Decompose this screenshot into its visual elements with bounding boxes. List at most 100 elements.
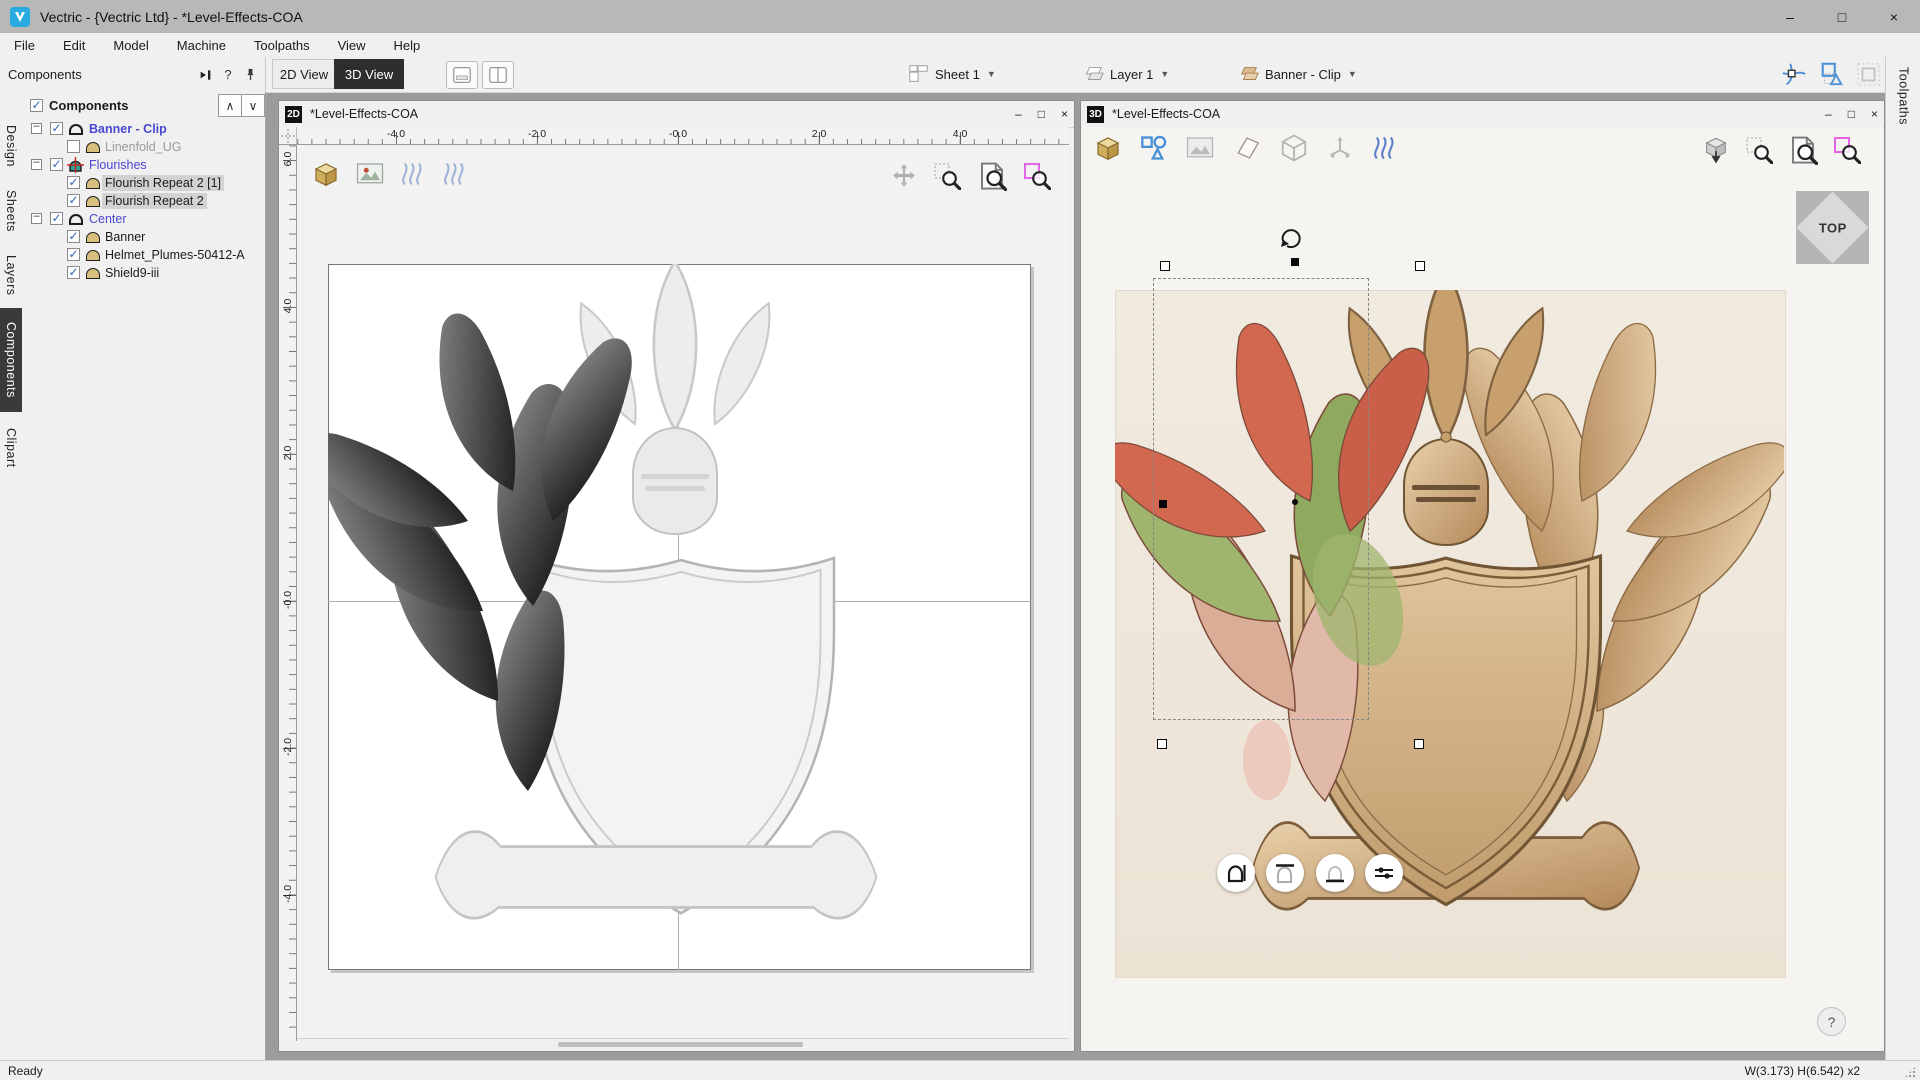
tree-item-label[interactable]: Flourish Repeat 2 [1] <box>102 175 225 191</box>
component-shape-height-button[interactable] <box>1217 854 1255 892</box>
panel-help-button[interactable]: ? <box>217 65 239 85</box>
checkbox[interactable] <box>50 157 63 171</box>
snap-shapes-icon[interactable] <box>1816 59 1848 89</box>
maximize-button[interactable]: □ <box>1816 0 1868 33</box>
checkbox[interactable] <box>67 229 80 243</box>
zoom-material-icon[interactable] <box>1833 136 1861 164</box>
tree-item[interactable]: Flourish Repeat 2 <box>22 192 265 210</box>
tree-item[interactable]: Flourishes <box>22 156 265 174</box>
bitmap-image-icon[interactable] <box>355 159 385 189</box>
menu-help[interactable]: Help <box>380 33 435 57</box>
level-dropdown-value[interactable]: Banner - Clip <box>1265 67 1341 82</box>
expander-icon[interactable] <box>31 120 42 134</box>
tree-item-label[interactable]: Linenfold_UG <box>102 139 184 155</box>
horizontal-scrollbar[interactable] <box>297 1038 1069 1050</box>
tree-item[interactable]: Banner - Clip <box>22 120 265 138</box>
checkbox[interactable] <box>67 140 80 153</box>
menu-machine[interactable]: Machine <box>163 33 240 57</box>
toolpath-preview-icon[interactable] <box>399 160 427 188</box>
zoom-material-icon[interactable] <box>1023 162 1051 190</box>
tree-item[interactable]: Shield9-iii <box>22 264 265 282</box>
minimize-button[interactable]: – <box>1825 107 1832 121</box>
auto-hide-icon[interactable] <box>195 65 217 85</box>
2d-window-titlebar[interactable]: 2D *Level-Effects-COA – □ × <box>279 101 1074 128</box>
tab-design[interactable]: Design <box>0 116 22 176</box>
menu-view[interactable]: View <box>324 33 380 57</box>
tab-3d-view[interactable]: 3D View <box>334 59 404 89</box>
2d-canvas[interactable] <box>297 145 1069 1041</box>
tree-item[interactable]: Linenfold_UG <box>22 138 265 156</box>
single-pane-layout-icon[interactable] <box>446 61 478 89</box>
toolpath-preview-icon[interactable] <box>1371 134 1399 162</box>
selection-bounds[interactable] <box>1153 278 1369 720</box>
move-down-button[interactable]: ∨ <box>241 94 265 117</box>
sheet-dropdown-value[interactable]: Sheet 1 <box>935 67 980 82</box>
selection-handle[interactable] <box>1414 739 1424 749</box>
isometric-view-icon[interactable] <box>1702 136 1730 164</box>
scrollbar-thumb[interactable] <box>558 1042 803 1047</box>
expander-icon[interactable] <box>31 210 42 224</box>
tab-toolpaths[interactable]: Toolpaths <box>1886 61 1920 131</box>
resize-grip[interactable] <box>1904 1066 1916 1078</box>
maximize-button[interactable]: □ <box>1848 107 1855 121</box>
close-button[interactable]: × <box>1868 0 1920 33</box>
origin-axes-icon[interactable] <box>1326 134 1354 162</box>
pin-icon[interactable] <box>239 65 261 85</box>
tree-item[interactable]: Helmet_Plumes-50412-A <box>22 246 265 264</box>
checkbox[interactable] <box>67 175 80 189</box>
tab-clipart[interactable]: Clipart <box>0 416 22 480</box>
help-button[interactable]: ? <box>1817 1007 1846 1036</box>
expander-icon[interactable] <box>31 156 42 170</box>
selection-handle-mid[interactable] <box>1159 500 1167 508</box>
tree-item-label[interactable]: Flourishes <box>86 157 150 173</box>
close-button[interactable]: × <box>1061 107 1068 121</box>
tab-components[interactable]: Components <box>0 308 22 412</box>
snap-geometry-icon[interactable] <box>1778 59 1810 89</box>
maximize-button[interactable]: □ <box>1038 107 1045 121</box>
material-block-icon[interactable] <box>311 159 341 189</box>
tab-2d-view[interactable]: 2D View <box>272 59 336 89</box>
checkbox[interactable] <box>50 121 63 135</box>
zoom-selection-icon[interactable] <box>933 162 961 190</box>
component-fade-button[interactable] <box>1266 854 1304 892</box>
level-dropdown[interactable]: Banner - Clip ▼ <box>1238 61 1357 87</box>
root-checkbox[interactable] <box>30 98 43 112</box>
selection-handle[interactable] <box>1160 261 1170 271</box>
minimize-button[interactable]: – <box>1015 107 1022 121</box>
move-up-button[interactable]: ∧ <box>218 94 242 117</box>
tree-item-label[interactable]: Helmet_Plumes-50412-A <box>102 247 248 263</box>
tree-item-label[interactable]: Banner <box>102 229 148 245</box>
pan-icon[interactable] <box>891 163 917 189</box>
zoom-fit-icon[interactable] <box>977 161 1007 191</box>
component-base-button[interactable] <box>1316 854 1354 892</box>
component-properties-button[interactable] <box>1365 854 1403 892</box>
checkbox[interactable] <box>67 193 80 207</box>
checkbox[interactable] <box>67 265 80 279</box>
tree-item[interactable]: Flourish Repeat 2 [1] <box>22 174 265 192</box>
layer-dropdown[interactable]: Layer 1 ▼ <box>1083 61 1169 87</box>
tree-item-label[interactable]: Shield9-iii <box>102 265 162 281</box>
tab-sheets[interactable]: Sheets <box>0 182 22 240</box>
tree-item[interactable]: Banner <box>22 228 265 246</box>
minimize-button[interactable]: – <box>1764 0 1816 33</box>
checkbox[interactable] <box>67 247 80 261</box>
wireframe-box-icon[interactable] <box>1279 133 1309 163</box>
tree-item-label[interactable]: Flourish Repeat 2 <box>102 193 207 209</box>
tree-item-label[interactable]: Center <box>86 211 130 227</box>
snap-grid-icon[interactable] <box>1852 59 1884 89</box>
selection-handle[interactable] <box>1157 739 1167 749</box>
view-cube-face[interactable]: TOP <box>1796 191 1869 264</box>
close-button[interactable]: × <box>1871 107 1878 121</box>
menu-file[interactable]: File <box>0 33 49 57</box>
bitmap-image-icon[interactable] <box>1185 133 1215 163</box>
tree-item-label[interactable]: Banner - Clip <box>86 121 170 137</box>
material-block-icon[interactable] <box>1093 133 1123 163</box>
view-orientation-cube[interactable]: TOP <box>1796 191 1869 264</box>
zoom-selection-icon[interactable] <box>1745 136 1773 164</box>
material-surface-icon[interactable] <box>1232 133 1262 163</box>
toolpath-drawbar-icon[interactable] <box>441 160 469 188</box>
vectors-visibility-icon[interactable] <box>1140 134 1168 162</box>
selection-handle-mid[interactable] <box>1291 258 1299 266</box>
split-pane-layout-icon[interactable] <box>482 61 514 89</box>
selection-handle[interactable] <box>1415 261 1425 271</box>
